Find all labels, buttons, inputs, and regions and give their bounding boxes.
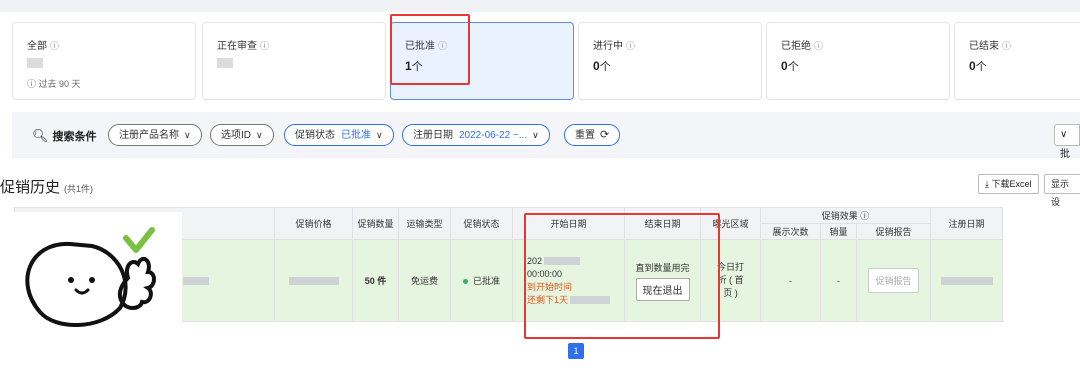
info-icon: ⓘ	[260, 41, 270, 51]
chevron-down-icon: ∨	[532, 130, 539, 140]
reset-label: 重置	[575, 130, 595, 141]
card-all[interactable]: 全部 ⓘ ⓘ 过去 90 天	[12, 22, 196, 100]
filter-promo-status[interactable]: 促销状态 已批准 ∨	[284, 124, 394, 146]
card-rejected-title: 已拒绝	[781, 41, 811, 52]
history-title: 促销历史 (共1件)	[0, 176, 93, 197]
cell-status: 已批准	[450, 239, 513, 322]
chevron-down-icon: ∨	[184, 130, 191, 140]
card-rejected-unit: 个	[787, 61, 799, 73]
chevron-down-icon: ∨	[256, 130, 263, 140]
cell-sales: -	[820, 239, 857, 322]
refresh-icon: ⟳	[600, 129, 610, 141]
blurred-price	[288, 277, 339, 286]
blurred-value	[217, 58, 233, 68]
card-rejected-value: 0	[781, 59, 788, 73]
display-settings-button[interactable]: 显示设	[1044, 174, 1080, 207]
promo-report-button[interactable]: 促销报告	[868, 268, 919, 293]
thumbs-up-face-sticker	[25, 227, 156, 327]
download-excel-button[interactable]: ⤓ 下载Excel	[978, 174, 1039, 194]
filter-bar: 🔍︎ 搜索条件 注册产品名称 ∨ 选项ID ∨ 促销状态 已批准 ∨ 注册日期 2022-0…	[12, 112, 1080, 160]
card-ended-title: 已结束	[969, 41, 999, 52]
highlight-box-approved	[390, 14, 470, 85]
filter-register-date[interactable]: 注册日期 2022-06-22 ~... ∨	[402, 124, 550, 146]
blurred-reg-date	[940, 277, 993, 286]
info-icon: ⓘ	[50, 41, 60, 51]
filter-product-label: 注册产品名称	[119, 130, 179, 141]
history-title-text: 促销历史	[0, 180, 61, 196]
sticker-image	[0, 212, 182, 370]
filter-date-value: 2022-06-22 ~...	[459, 130, 528, 141]
card-rejected[interactable]: 已拒绝 ⓘ 0个	[766, 22, 950, 100]
status-text: 已批准	[472, 276, 500, 286]
status-cards: 全部 ⓘ ⓘ 过去 90 天 正在审查 ⓘ 已批准 ⓘ 1个 进行中 ⓘ 0个 已拒绝 ⓘ…	[12, 22, 1080, 100]
card-reviewing[interactable]: 正在审查 ⓘ	[202, 22, 386, 100]
batch-button[interactable]: ∨ 批	[1054, 124, 1080, 160]
search-icon: 🔍︎	[32, 128, 49, 143]
card-in-progress-value: 0	[593, 59, 600, 73]
status-dot-icon	[462, 279, 468, 285]
card-ended-unit: 个	[975, 61, 987, 73]
card-in-progress-unit: 个	[599, 61, 611, 73]
top-strip	[0, 0, 1080, 12]
blurred-product	[183, 277, 209, 286]
filter-option-id[interactable]: 选项ID ∨	[210, 124, 274, 146]
cell-qty: 50 件	[352, 239, 399, 322]
highlight-box-dates	[524, 213, 720, 339]
filter-status-value: 已批准	[341, 130, 371, 141]
cell-report: 促销报告	[856, 239, 931, 322]
th-report: 促销报告	[856, 223, 931, 240]
chevron-down-icon: ∨	[376, 130, 383, 140]
th-status: 促销状态	[450, 207, 513, 240]
card-all-title: 全部	[27, 41, 47, 52]
th-price: 促销价格	[274, 207, 353, 240]
card-all-sub: ⓘ 过去 90 天	[27, 79, 81, 89]
card-reviewing-title: 正在审查	[217, 41, 257, 52]
th-effect: 促销效果 ⓘ	[760, 207, 931, 224]
filter-date-label: 注册日期	[413, 130, 453, 141]
history-count: (共1件)	[64, 184, 94, 194]
card-ended[interactable]: 已结束 ⓘ 0个	[954, 22, 1080, 100]
cell-reg	[930, 239, 1003, 322]
info-icon: ⓘ	[626, 41, 636, 51]
info-icon: ⓘ	[1002, 41, 1012, 51]
th-reg: 注册日期	[930, 207, 1003, 240]
search-conditions[interactable]: 🔍︎ 搜索条件	[32, 128, 97, 144]
card-in-progress-title: 进行中	[593, 41, 623, 52]
card-in-progress[interactable]: 进行中 ⓘ 0个	[578, 22, 762, 100]
reset-button[interactable]: 重置 ⟳	[564, 124, 621, 146]
cell-views: -	[760, 239, 821, 322]
th-ship: 运输类型	[398, 207, 451, 240]
filter-product-name[interactable]: 注册产品名称 ∨	[108, 124, 202, 146]
cell-price	[274, 239, 353, 322]
th-qty: 促销数量	[352, 207, 399, 240]
card-ended-value: 0	[969, 59, 976, 73]
search-label: 搜索条件	[52, 131, 97, 143]
info-icon: ⓘ	[814, 41, 824, 51]
th-sales: 销量	[820, 223, 857, 240]
blurred-value	[27, 58, 43, 68]
filter-option-label: 选项ID	[221, 130, 251, 141]
pagination-page[interactable]: 1	[568, 343, 584, 359]
filter-status-label: 促销状态	[295, 130, 335, 141]
cell-ship: 免运费	[398, 239, 451, 322]
th-views: 展示次数	[760, 223, 821, 240]
